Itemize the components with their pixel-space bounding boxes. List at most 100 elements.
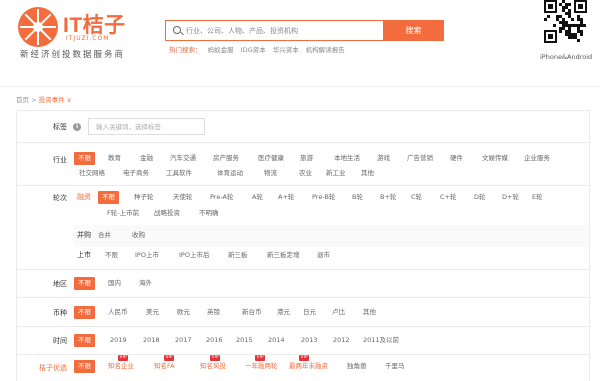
industry-option[interactable]: 物流 [264,167,277,180]
currency-option[interactable]: 其他 [363,306,376,319]
financing-option[interactable]: 种子轮 [134,191,154,204]
search-input[interactable] [186,21,376,40]
hot-search-link[interactable]: 机构解读报告 [306,46,345,54]
financing-option[interactable]: A轮 [252,191,263,204]
financing-option[interactable]: C+轮 [440,191,457,204]
hot-search-link[interactable]: 华兴资本 [273,46,299,54]
time-option[interactable]: 2015 [236,334,253,347]
industry-option[interactable]: 硬件 [450,152,463,165]
time-option[interactable]: 2012 [333,334,350,347]
juzi-picks-option[interactable]: 知名风投 [200,360,226,373]
header-divider [0,86,600,87]
industry-option[interactable]: 文娱传媒 [482,152,508,165]
financing-option[interactable]: E轮 [532,191,543,204]
financing-option[interactable]: 天使轮 [173,191,193,204]
divider [17,142,589,143]
financing-option[interactable]: 战略投资 [154,207,180,220]
industry-option[interactable]: 电子商务 [123,167,149,180]
industry-label: 行业 [53,156,67,164]
financing-option[interactable]: Pre-A轮 [210,191,233,204]
time-option[interactable]: 2018 [143,334,160,347]
region-option[interactable]: 海外 [139,277,152,290]
financing-option[interactable]: B+轮 [380,191,396,204]
time-option[interactable]: 2014 [268,334,285,347]
currency-option[interactable]: 美元 [146,306,159,319]
hot-search-link[interactable]: IDG资本 [241,46,266,54]
industry-option[interactable]: 教育 [108,152,121,165]
juzi-picks-option[interactable]: 一年融两轮 [245,360,278,373]
divider [17,326,589,327]
industry-option[interactable]: 金融 [140,152,153,165]
ipo-option[interactable]: 退市 [317,249,330,262]
industry-option[interactable]: 新工业 [326,167,346,180]
financing-option[interactable]: A+轮 [278,191,294,204]
info-icon[interactable]: i [73,123,81,131]
merger-option[interactable]: 收购 [132,229,145,242]
currency-option[interactable]: 英镑 [207,306,220,319]
financing-option[interactable]: C轮 [411,191,422,204]
divider [17,269,589,270]
ipo-option[interactable]: 新三板 [228,249,248,262]
region-option[interactable]: 不限 [74,277,95,290]
region-option[interactable]: 国内 [108,277,121,290]
breadcrumb-current[interactable]: 投资事件 [39,96,65,104]
industry-option[interactable]: 企业服务 [524,152,550,165]
search-button[interactable]: 搜索 [383,20,444,41]
currency-option[interactable]: 欧元 [177,306,190,319]
juzi-picks-option[interactable]: 不限 [74,360,95,373]
ipo-label: 上市 [77,251,91,259]
merger-option[interactable]: 合并 [98,229,111,242]
search-box [165,20,383,41]
industry-option[interactable]: 社交网络 [79,167,105,180]
site-logo[interactable]: IT桔子 ITJUZI.COM 新经济创投数据服务商 [18,7,138,60]
time-option[interactable]: 2013 [301,334,318,347]
time-option[interactable]: 不限 [74,334,95,347]
juzi-picks-option[interactable]: 最两年未融资 [289,360,328,373]
hot-search-link[interactable]: 蚂蚁金服 [208,46,234,54]
industry-option[interactable]: 本地生活 [334,152,360,165]
breadcrumb: 首页 > 投资事件 ∨ [16,94,71,104]
industry-option[interactable]: 广告营销 [407,152,433,165]
chevron-down-icon[interactable]: ∨ [67,96,72,104]
ipo-option[interactable]: IPO上市 [135,249,159,262]
currency-option[interactable]: 不限 [74,306,95,319]
industry-option[interactable]: 汽车交通 [170,152,196,165]
financing-option[interactable]: D轮 [474,191,486,204]
juzi-picks-option[interactable]: 独角兽 [347,360,367,373]
currency-option[interactable]: 人民币 [108,306,128,319]
currency-option[interactable]: 卢比 [332,306,345,319]
juzi-picks-option[interactable]: 知名FA [154,360,175,373]
financing-label: 融资 [77,193,91,201]
time-option[interactable]: 2016 [206,334,223,347]
industry-option[interactable]: 旅游 [300,152,313,165]
ipo-option[interactable]: 不限 [105,249,118,262]
currency-option[interactable]: 港元 [277,306,290,319]
ipo-option[interactable]: 新三板定增 [267,249,300,262]
juzi-picks-option[interactable]: 千里马 [385,360,405,373]
financing-option[interactable]: B轮 [352,191,363,204]
industry-option[interactable]: 农业 [299,167,312,180]
breadcrumb-separator: > [31,96,37,104]
industry-option[interactable]: 不限 [74,152,95,165]
time-option[interactable]: 2019 [110,334,127,347]
industry-option[interactable]: 房产服务 [213,152,239,165]
financing-option[interactable]: F轮-上市前 [107,207,139,220]
financing-option[interactable]: 不限 [98,191,119,204]
industry-option[interactable]: 其他 [361,167,374,180]
industry-option[interactable]: 体育运动 [217,167,243,180]
tag-input[interactable] [88,118,205,135]
financing-option[interactable]: Pre-B轮 [312,191,335,204]
search-icon [173,26,181,34]
industry-option[interactable]: 游戏 [377,152,390,165]
currency-option[interactable]: 日元 [303,306,316,319]
currency-option[interactable]: 新台币 [242,306,262,319]
financing-option[interactable]: 不明确 [199,207,219,220]
ipo-option[interactable]: IPO上市后 [179,249,209,262]
financing-option[interactable]: D+轮 [502,191,519,204]
breadcrumb-home[interactable]: 首页 [16,96,29,104]
time-option[interactable]: 2011及以前 [363,334,399,347]
time-option[interactable]: 2017 [175,334,192,347]
industry-option[interactable]: 工具软件 [166,167,192,180]
juzi-picks-option[interactable]: 知名企业 [108,360,134,373]
industry-option[interactable]: 医疗健康 [258,152,284,165]
